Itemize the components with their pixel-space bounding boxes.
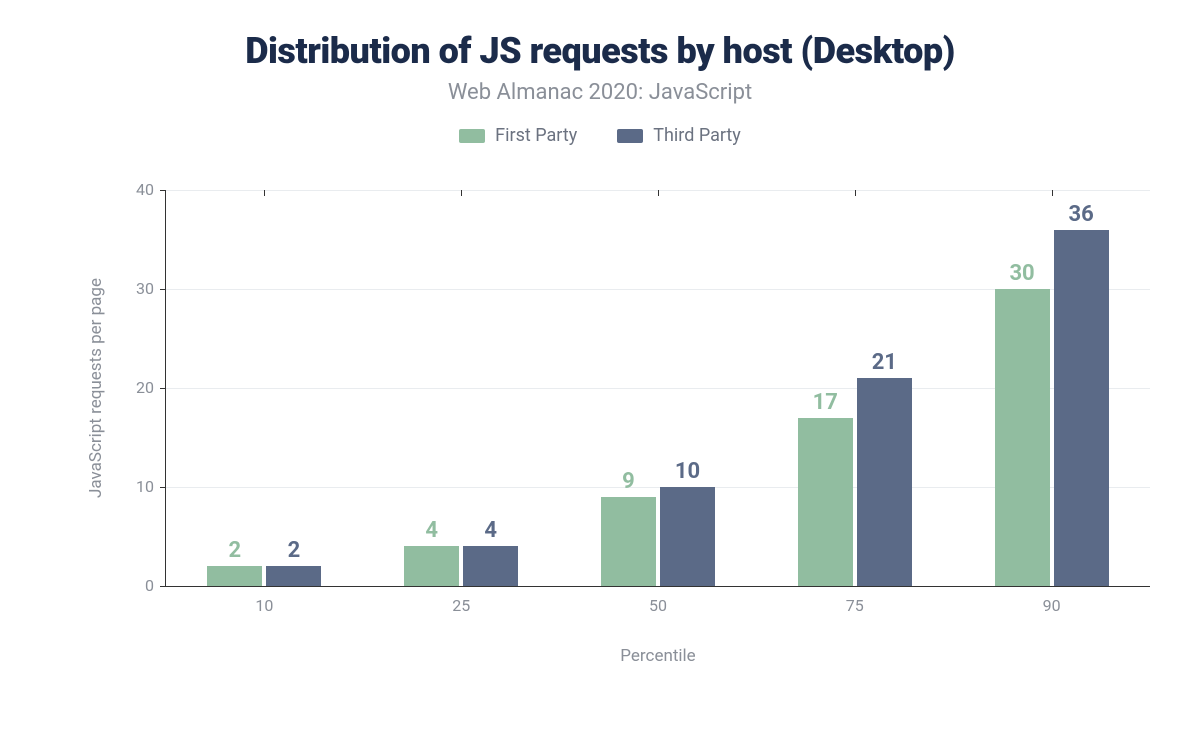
x-tick-mark <box>1052 190 1053 196</box>
x-tick-mark <box>461 190 462 196</box>
x-tick-label: 90 <box>1043 586 1061 614</box>
chart-legend: First Party Third Party <box>40 125 1160 146</box>
legend-swatch-third-party <box>617 129 643 143</box>
legend-label-first-party: First Party <box>495 125 577 146</box>
bar-first-party: 30 <box>995 289 1050 586</box>
plot-wrap: JavaScript requests per page Percentile … <box>110 190 1150 622</box>
bar-value-label: 2 <box>288 538 301 563</box>
x-tick-label: 50 <box>649 586 667 614</box>
x-tick-label: 10 <box>255 586 273 614</box>
bar-value-label: 17 <box>813 390 838 415</box>
bar-value-label: 30 <box>1009 261 1034 286</box>
bar-first-party: 17 <box>798 418 853 586</box>
y-tick-label: 20 <box>136 380 166 396</box>
legend-item-first-party: First Party <box>459 125 577 146</box>
bar-third-party: 21 <box>857 378 912 586</box>
bar-value-label: 4 <box>484 518 497 543</box>
chart-subtitle: Web Almanac 2020: JavaScript <box>40 80 1160 105</box>
y-tick-label: 10 <box>136 479 166 495</box>
x-tick-mark <box>264 190 265 196</box>
bar-value-label: 10 <box>675 459 700 484</box>
y-tick-label: 40 <box>136 182 166 198</box>
legend-label-third-party: Third Party <box>653 125 741 146</box>
x-tick-mark <box>855 190 856 196</box>
bar-third-party: 4 <box>463 546 518 586</box>
bar-first-party: 9 <box>601 497 656 586</box>
bar-third-party: 10 <box>660 487 715 586</box>
bar-value-label: 9 <box>622 469 635 494</box>
legend-swatch-first-party <box>459 129 485 143</box>
x-tick-mark <box>658 190 659 196</box>
x-axis-label: Percentile <box>620 646 695 666</box>
x-tick-label: 75 <box>846 586 864 614</box>
bar-value-label: 36 <box>1068 202 1093 227</box>
x-tick-label: 25 <box>452 586 470 614</box>
plot-area: JavaScript requests per page Percentile … <box>165 190 1150 587</box>
bar-value-label: 2 <box>229 538 242 563</box>
bar-third-party: 2 <box>266 566 321 586</box>
bar-first-party: 4 <box>404 546 459 586</box>
y-axis-label: JavaScript requests per page <box>86 278 106 498</box>
y-tick-label: 30 <box>136 281 166 297</box>
chart-title: Distribution of JS requests by host (Des… <box>40 30 1160 72</box>
chart-container: Distribution of JS requests by host (Des… <box>0 0 1200 742</box>
bar-value-label: 21 <box>872 350 897 375</box>
bar-third-party: 36 <box>1054 230 1109 586</box>
legend-item-third-party: Third Party <box>617 125 741 146</box>
bar-value-label: 4 <box>425 518 438 543</box>
y-tick-label: 0 <box>145 578 166 594</box>
bar-first-party: 2 <box>207 566 262 586</box>
